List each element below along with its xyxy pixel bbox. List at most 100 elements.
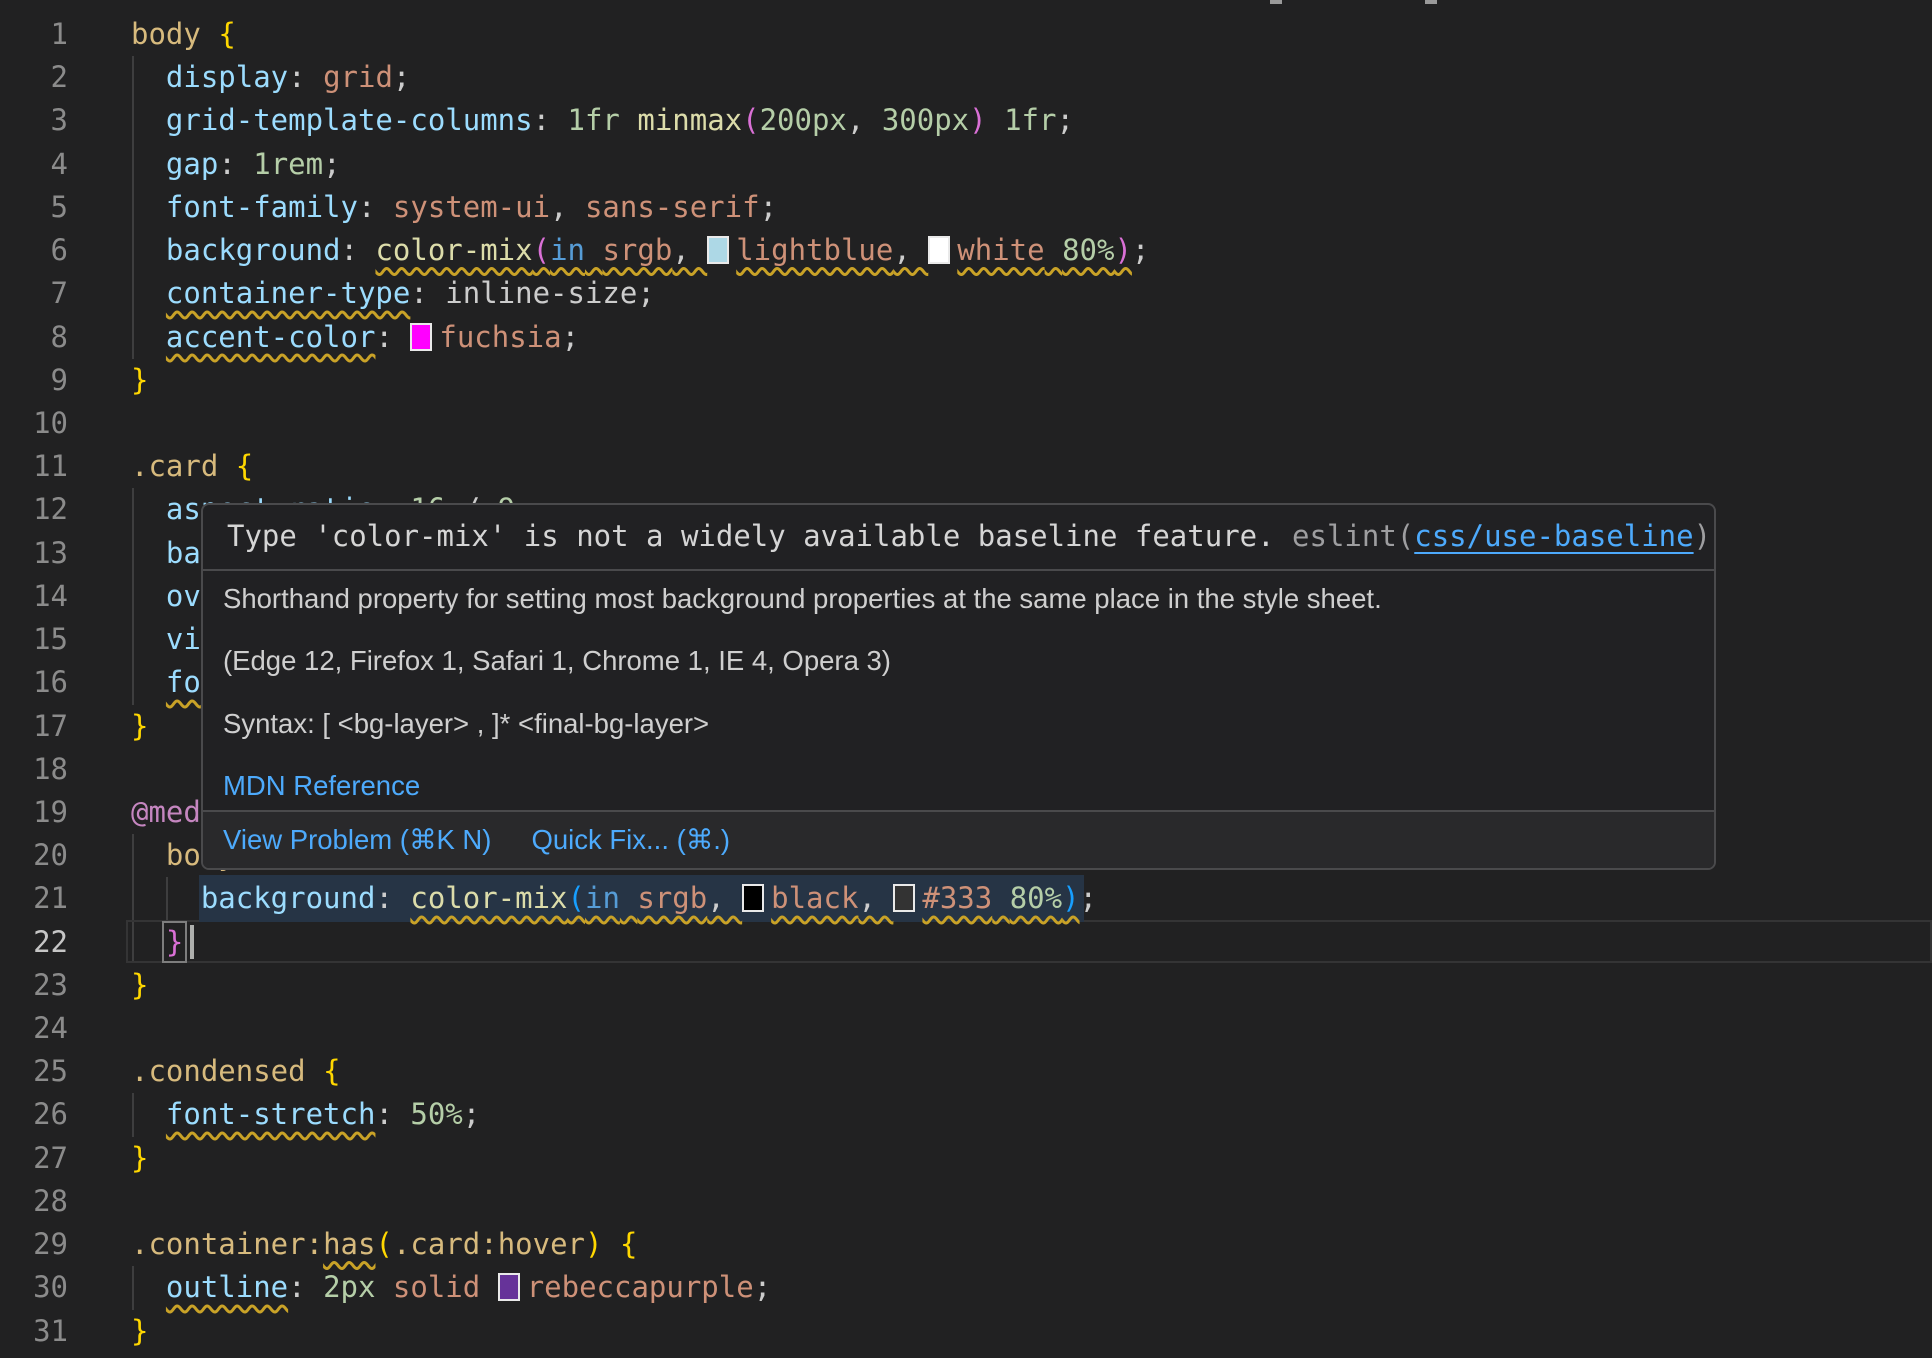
code-token: 80% <box>1010 881 1062 915</box>
line-content[interactable]: .card { <box>131 445 253 488</box>
browser-support: (Edge 12, Firefox 1, Safari 1, Chrome 1,… <box>223 644 1694 677</box>
code-line-25[interactable]: 25.condensed { <box>0 1050 1932 1093</box>
warning-squiggle-range: fo <box>166 665 201 699</box>
code-line-21[interactable]: 21 background: color-mix(in srgb, black,… <box>0 877 1932 920</box>
mdn-reference-link[interactable]: MDN Reference <box>223 770 420 801</box>
text-cursor <box>190 925 194 959</box>
code-token: ; <box>463 1097 480 1131</box>
line-number: 16 <box>0 661 68 704</box>
color-swatch[interactable] <box>742 884 764 912</box>
code-line-7[interactable]: 7 container-type: inline-size; <box>0 272 1932 315</box>
hover-action-bar: View Problem (⌘K N) Quick Fix... (⌘.) <box>203 810 1714 868</box>
code-token: : <box>375 320 410 354</box>
code-token <box>306 1054 323 1088</box>
code-token: font-family <box>166 190 358 224</box>
line-content[interactable]: ba <box>131 532 201 575</box>
code-token: : <box>375 1097 410 1131</box>
code-line-9[interactable]: 9} <box>0 359 1932 402</box>
line-content[interactable]: font-family: system-ui, sans-serif; <box>131 186 777 229</box>
code-token: : <box>288 1270 323 1304</box>
line-content[interactable]: container-type: inline-size; <box>131 272 655 315</box>
line-content[interactable]: font-stretch: 50%; <box>131 1093 480 1136</box>
code-line-5[interactable]: 5 font-family: system-ui, sans-serif; <box>0 186 1932 229</box>
code-token: .card:hover <box>393 1227 585 1261</box>
line-content[interactable]: .condensed { <box>131 1050 341 1093</box>
line-content[interactable]: } <box>131 921 194 964</box>
line-content[interactable]: background: color-mix(in srgb, black, #3… <box>131 877 1097 920</box>
code-token: background <box>166 233 341 267</box>
code-token: ; <box>1132 233 1149 267</box>
line-number: 17 <box>0 705 68 748</box>
bracket-match: } <box>166 925 183 959</box>
line-content[interactable]: } <box>131 359 148 402</box>
color-swatch[interactable] <box>498 1273 520 1301</box>
code-line-31[interactable]: 31} <box>0 1310 1932 1353</box>
code-token: 1fr <box>1004 103 1056 137</box>
line-content[interactable]: } <box>131 1137 148 1180</box>
code-line-23[interactable]: 23} <box>0 964 1932 1007</box>
code-token: ) <box>1114 233 1131 267</box>
code-token: ; <box>637 276 654 310</box>
code-token: inline-size <box>445 276 637 310</box>
code-line-6[interactable]: 6 background: color-mix(in srgb, lightbl… <box>0 229 1932 272</box>
code-token: accent-color <box>166 320 376 354</box>
line-content[interactable]: vi <box>131 618 201 661</box>
code-token <box>131 925 166 959</box>
line-number: 12 <box>0 488 68 531</box>
code-token: : <box>288 60 323 94</box>
code-token: 1fr <box>568 103 620 137</box>
line-content[interactable]: grid-template-columns: 1fr minmax(200px,… <box>131 99 1074 142</box>
line-content[interactable]: ov <box>131 575 201 618</box>
view-problem-button[interactable]: View Problem (⌘K N) <box>223 818 491 861</box>
code-token: background <box>201 881 376 915</box>
line-number: 29 <box>0 1223 68 1266</box>
code-line-2[interactable]: 2 display: grid; <box>0 56 1932 99</box>
code-editor[interactable]: 1body {2 display: grid;3 grid-template-c… <box>0 0 1932 1358</box>
code-token: container-type <box>166 276 410 310</box>
color-swatch[interactable] <box>893 884 915 912</box>
line-content[interactable]: gap: 1rem; <box>131 143 341 186</box>
line-content[interactable]: display: grid; <box>131 56 410 99</box>
code-line-1[interactable]: 1body { <box>0 13 1932 56</box>
code-token: } <box>131 709 148 743</box>
code-line-10[interactable]: 10 <box>0 402 1932 445</box>
line-content[interactable]: } <box>131 705 148 748</box>
code-token: } <box>131 363 148 397</box>
code-token: { <box>620 1227 637 1261</box>
line-content[interactable]: } <box>131 964 148 1007</box>
line-content[interactable]: body { <box>131 13 236 56</box>
code-token <box>218 449 235 483</box>
code-token: ; <box>1080 881 1097 915</box>
code-line-24[interactable]: 24 <box>0 1007 1932 1050</box>
code-line-30[interactable]: 30 outline: 2px solid rebeccapurple; <box>0 1266 1932 1309</box>
line-content[interactable]: outline: 2px solid rebeccapurple; <box>131 1266 771 1309</box>
color-swatch[interactable] <box>928 236 950 264</box>
color-swatch[interactable] <box>410 323 432 351</box>
line-content[interactable]: @med <box>131 791 201 834</box>
code-line-26[interactable]: 26 font-stretch: 50%; <box>0 1093 1932 1136</box>
line-content[interactable]: accent-color: fuchsia; <box>131 316 579 359</box>
code-line-3[interactable]: 3 grid-template-columns: 1fr minmax(200p… <box>0 99 1932 142</box>
code-line-28[interactable]: 28 <box>0 1180 1932 1223</box>
code-line-4[interactable]: 4 gap: 1rem; <box>0 143 1932 186</box>
code-token: vi <box>166 622 201 656</box>
code-line-8[interactable]: 8 accent-color: fuchsia; <box>0 316 1932 359</box>
code-token: 50% <box>410 1097 462 1131</box>
code-line-27[interactable]: 27} <box>0 1137 1932 1180</box>
code-token: , <box>672 233 707 267</box>
code-line-11[interactable]: 11.card { <box>0 445 1932 488</box>
color-swatch[interactable] <box>707 236 729 264</box>
line-content[interactable]: background: color-mix(in srgb, lightblue… <box>131 229 1149 272</box>
quick-fix-button[interactable]: Quick Fix... (⌘.) <box>531 818 730 861</box>
line-number: 26 <box>0 1093 68 1136</box>
line-content[interactable]: fo <box>131 661 201 704</box>
line-number: 4 <box>0 143 68 186</box>
code-line-29[interactable]: 29 .container:has(.card:hover) { <box>0 1223 1932 1266</box>
code-token <box>131 1097 166 1131</box>
line-content[interactable]: } <box>131 1310 148 1353</box>
code-line-22[interactable]: 22 } <box>0 921 1932 964</box>
code-token: ) <box>585 1227 602 1261</box>
line-content[interactable]: .container:has(.card:hover) { <box>131 1223 637 1266</box>
code-token <box>131 190 166 224</box>
eslint-rule-link[interactable]: css/use-baseline <box>1414 515 1693 558</box>
